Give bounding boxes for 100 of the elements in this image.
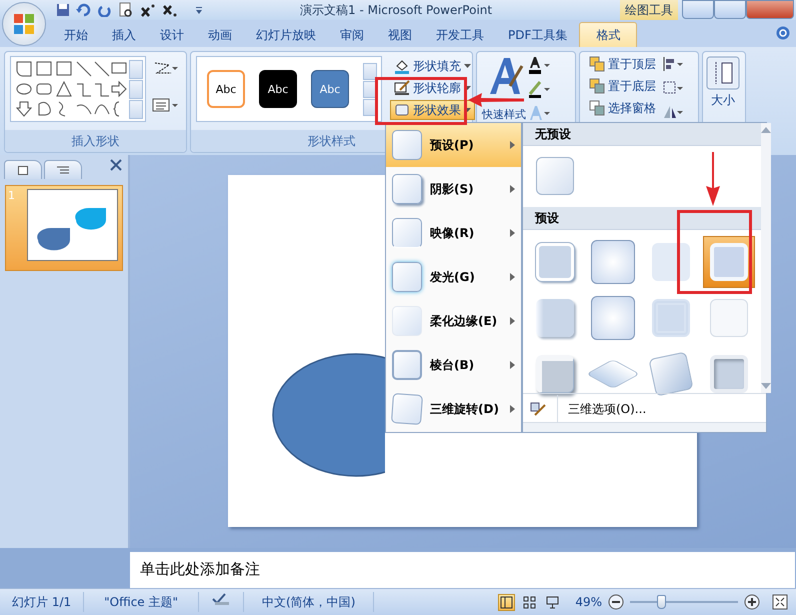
submenu-arrow-icon	[510, 317, 515, 325]
superscript-icon	[140, 3, 156, 17]
notes-field[interactable]: 单击此处添加备注	[130, 552, 795, 588]
ribbon-tab[interactable]: 开始	[52, 23, 100, 47]
scroll-up-button[interactable]	[363, 62, 377, 80]
ribbon-tab[interactable]: PDF工具集	[496, 23, 580, 47]
office-logo-icon	[14, 14, 34, 34]
status-text: 幻灯片 1/1	[0, 592, 84, 612]
submenu-arrow-icon	[510, 185, 515, 193]
submenu-arrow-icon	[510, 273, 515, 281]
layers-icon	[589, 100, 605, 116]
effect-preview-icon	[391, 393, 423, 425]
save-icon	[56, 3, 70, 17]
section-header: 预设	[523, 207, 761, 230]
annotation-arrow	[706, 152, 720, 206]
slides-tab[interactable]	[4, 160, 42, 179]
style-preset[interactable]: Abc	[207, 70, 245, 108]
preset-tile[interactable]	[703, 236, 755, 288]
outline-icon	[57, 166, 69, 174]
resize-grip[interactable]	[523, 422, 766, 432]
ribbon-tab[interactable]: 开发工具	[424, 23, 496, 47]
redo-icon	[98, 3, 112, 17]
submenu-arrow-icon	[510, 405, 515, 413]
submenu-arrow-icon	[510, 141, 515, 149]
print-preview-icon	[118, 2, 134, 18]
scroll-up-icon	[761, 127, 771, 133]
command-label[interactable]: 快速样式	[482, 109, 526, 121]
effect-preview-icon	[392, 350, 422, 380]
text-outline-icon	[528, 80, 552, 98]
dropdown-arrow-icon	[464, 64, 471, 68]
section-header: 无预设	[523, 123, 761, 146]
subscript-icon	[162, 3, 178, 17]
close-icon[interactable]	[110, 159, 122, 171]
slideshow-icon[interactable]	[544, 594, 562, 610]
effect-preview-icon	[392, 130, 422, 160]
ribbon-tab[interactable]: 格式	[579, 22, 638, 47]
effect-preview-icon	[392, 218, 422, 248]
grid-view-icon[interactable]	[521, 594, 538, 610]
slider-thumb[interactable]	[657, 595, 666, 609]
text-box-icon	[152, 98, 178, 112]
status-text[interactable]: "Office 主题"	[84, 592, 200, 612]
contextual-tab-label: 绘图工具	[620, 0, 678, 20]
undo-icon	[76, 3, 92, 17]
layers-icon	[589, 56, 605, 72]
text-effects-icon	[528, 104, 552, 122]
ribbon-tab[interactable]: 设计	[148, 23, 196, 47]
menu-item[interactable]: 映像(R)	[386, 211, 521, 255]
effect-preview-icon	[392, 262, 422, 292]
menu-item[interactable]: 发光(G)	[386, 255, 521, 299]
zoom-in-icon	[744, 594, 760, 610]
align-icon	[662, 56, 684, 72]
group-icon	[662, 80, 684, 96]
effect-preview-icon	[392, 174, 422, 204]
status-text[interactable]: 中文(简体，中国)	[244, 592, 374, 612]
effect-preview-icon	[392, 306, 422, 336]
menu-item[interactable]: 三维旋转(D)	[386, 387, 521, 431]
submenu-arrow-icon	[510, 361, 515, 369]
fit-window-icon	[772, 594, 788, 610]
ribbon-tab[interactable]: 视图	[376, 23, 424, 47]
ribbon-command[interactable]: 置于顶层	[585, 54, 660, 74]
maximize-button[interactable]	[714, 0, 746, 19]
ribbon-command[interactable]: 形状填充	[390, 56, 475, 76]
style-preset[interactable]: Abc	[259, 70, 297, 108]
ribbon-tab[interactable]: 审阅	[328, 23, 376, 47]
normal-view-icon[interactable]	[498, 594, 516, 610]
ribbon-tab[interactable]: 动画	[196, 23, 244, 47]
ribbon-command[interactable]: 置于底层	[585, 76, 660, 96]
menu-item[interactable]: 阴影(S)	[386, 167, 521, 211]
ribbon-tab[interactable]: 幻灯片放映	[244, 23, 328, 47]
spell-check-icon	[211, 592, 232, 606]
text-fill-icon	[528, 56, 552, 74]
submenu-arrow-icon	[510, 229, 515, 237]
dropdown-arrow-icon	[464, 108, 471, 112]
close-button[interactable]	[746, 0, 794, 19]
pencil-icon	[394, 80, 410, 96]
zoom-level: 49%	[575, 595, 602, 609]
outline-tab[interactable]	[44, 160, 82, 179]
ribbon-command[interactable]: 选择窗格	[585, 98, 660, 118]
minimize-button[interactable]	[682, 0, 714, 19]
size-icon	[706, 56, 740, 90]
edit-shape-icon	[152, 60, 178, 76]
dropdown-arrow-icon	[464, 86, 471, 90]
style-preset[interactable]: Abc	[311, 70, 349, 108]
help-icon[interactable]	[776, 26, 790, 40]
scroll-up-button[interactable]	[129, 60, 143, 78]
annotation-arrow	[468, 93, 524, 107]
window-title: 演示文稿1 - Microsoft PowerPoint	[300, 2, 492, 19]
ribbon-command[interactable]: 形状效果	[390, 100, 475, 120]
ribbon-command[interactable]: 形状轮廓	[390, 78, 475, 98]
ribbon-tab[interactable]: 插入	[100, 23, 148, 47]
menu-item[interactable]: 预设(P)	[386, 123, 521, 167]
group-label: 插入形状	[5, 130, 186, 152]
shape-effects-icon	[394, 102, 410, 118]
command-label[interactable]: 大小	[711, 92, 735, 109]
menu-item[interactable]: 柔化边缘(E)	[386, 299, 521, 343]
menu-item[interactable]: 棱台(B)	[386, 343, 521, 387]
layers-icon	[589, 78, 605, 94]
paint-bucket-icon	[394, 58, 410, 74]
zoom-out-icon	[608, 594, 624, 610]
rotate-icon	[662, 104, 684, 120]
